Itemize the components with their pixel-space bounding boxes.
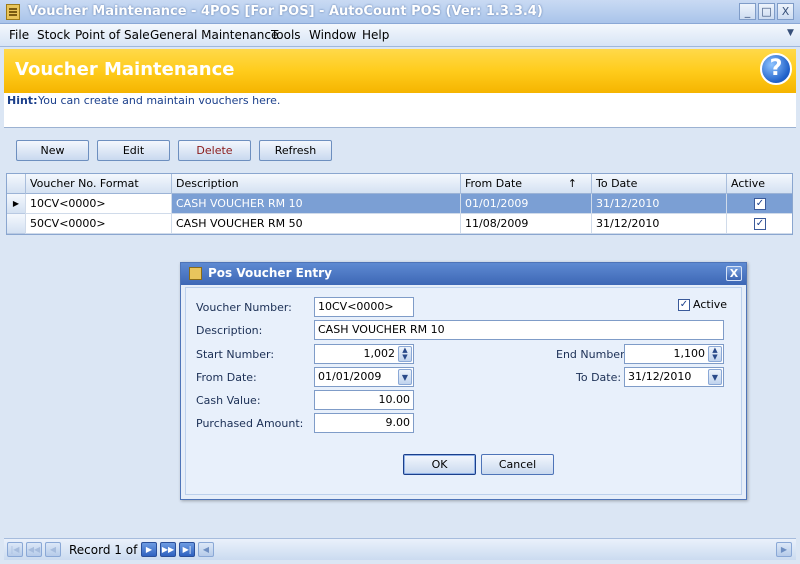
next-record-icon[interactable]: ▶ [141,542,157,557]
row-indicator-icon: ▶ [7,194,25,214]
voucher-number-field[interactable]: 10CV<0000> [314,297,414,317]
purchased-amount-label: Purchased Amount: [196,417,304,430]
menu-window[interactable]: Window [309,28,356,42]
first-record-icon[interactable]: |◀ [7,542,23,557]
page-title: Voucher Maintenance [15,59,235,80]
menu-file[interactable]: File [9,28,29,42]
menu-point-of-sale[interactable]: Point of Sale [75,28,150,42]
window-controls: _ □ X [739,3,794,20]
voucher-grid: Voucher No. Format Description From Date… [6,173,793,235]
start-number-value: 1,002 [363,347,396,360]
purchased-amount-field[interactable]: 9.00 [314,413,414,433]
column-header-format[interactable]: Voucher No. Format [25,174,171,194]
cell-format[interactable]: 10CV<0000> [25,194,171,214]
close-button[interactable]: X [777,3,794,20]
dialog-title-bar[interactable]: Pos Voucher Entry X [181,263,746,285]
hint-text: You can create and maintain vouchers her… [38,94,281,107]
scroll-right-icon[interactable]: ▶ [776,542,792,557]
cell-description[interactable]: CASH VOUCHER RM 50 [171,214,460,234]
record-navigator: |◀ ◀◀ ◀ Record 1 of 2 ▶ ▶▶ ▶| ◀ ▶ [4,538,796,560]
app-icon [6,4,20,20]
cash-value-field[interactable]: 10.00 [314,390,414,410]
cell-active[interactable]: ✓ [726,214,792,234]
end-number-spinner-icon[interactable]: ▲ ▼ [708,346,722,362]
dialog-close-button[interactable]: X [726,266,742,281]
end-number-field[interactable]: 1,100 ▲ ▼ [624,344,724,364]
previous-record-icon[interactable]: ◀ [45,542,61,557]
minimize-button[interactable]: _ [739,3,756,20]
help-icon[interactable]: ? [760,53,792,85]
delete-button[interactable]: Delete [178,140,251,161]
menu-help[interactable]: Help [362,28,389,42]
cell-active[interactable]: ✓ [726,194,792,214]
cell-description[interactable]: CASH VOUCHER RM 10 [171,194,460,214]
column-header-to-date[interactable]: To Date [591,174,726,194]
start-number-field[interactable]: 1,002 ▲ ▼ [314,344,414,364]
window-title: Voucher Maintenance - 4POS [For POS] - A… [28,4,543,19]
edit-button[interactable]: Edit [97,140,170,161]
previous-page-icon[interactable]: ◀◀ [26,542,42,557]
cancel-button[interactable]: Cancel [481,454,554,475]
dialog-title: Pos Voucher Entry [208,266,332,280]
chevron-down-icon[interactable]: ▼ [398,369,412,385]
menu-bar: File Stock Point of Sale General Mainten… [0,24,800,47]
next-page-icon[interactable]: ▶▶ [160,542,176,557]
table-row[interactable]: 50CV<0000> CASH VOUCHER RM 50 11/08/2009… [7,214,792,234]
end-number-label: End Number: [556,348,629,361]
cell-to-date[interactable]: 31/12/2010 [591,194,726,214]
ok-button[interactable]: OK [403,454,476,475]
column-header-description[interactable]: Description [171,174,460,194]
dialog-app-icon [189,267,202,280]
active-checkbox[interactable]: ✓ [678,299,690,311]
maximize-button[interactable]: □ [758,3,775,20]
chevron-down-icon[interactable]: ▼ [787,28,797,42]
voucher-number-label: Voucher Number: [196,301,292,314]
cash-value-label: Cash Value: [196,394,261,407]
active-label: Active [693,298,728,311]
menu-tools[interactable]: Tools [271,28,301,42]
from-date-field[interactable]: 01/01/2009 ▼ [314,367,414,387]
page-header: Voucher Maintenance ? [4,49,796,93]
chevron-down-icon[interactable]: ▼ [708,369,722,385]
new-button[interactable]: New [16,140,89,161]
end-number-value: 1,100 [673,347,706,360]
cell-to-date[interactable]: 31/12/2010 [591,214,726,234]
active-checkbox[interactable]: ✓ [754,218,766,230]
grid-corner [7,174,25,194]
from-date-value: 01/01/2009 [318,370,382,383]
grid-header: Voucher No. Format Description From Date… [7,174,792,194]
column-header-active[interactable]: Active [726,174,792,194]
cell-format[interactable]: 50CV<0000> [25,214,171,234]
hint-label: Hint: [7,94,38,107]
refresh-button[interactable]: Refresh [259,140,332,161]
to-date-label: To Date: [576,371,622,384]
title-bar: Voucher Maintenance - 4POS [For POS] - A… [0,0,800,24]
cell-from-date[interactable]: 01/01/2009 [460,194,591,214]
hint-panel: Hint: You can create and maintain vouche… [4,93,796,128]
column-header-from-date-label: From Date [465,177,523,190]
start-number-spinner-icon[interactable]: ▲ ▼ [398,346,412,362]
menu-stock[interactable]: Stock [37,28,70,42]
table-row[interactable]: ▶ 10CV<0000> CASH VOUCHER RM 10 01/01/20… [7,194,792,214]
column-header-from-date[interactable]: From Date ↑ [460,174,591,194]
description-field[interactable]: CASH VOUCHER RM 10 [314,320,724,340]
start-number-label: Start Number: [196,348,275,361]
description-label: Description: [196,324,263,337]
scroll-left-icon[interactable]: ◀ [198,542,214,557]
row-indicator [7,214,25,234]
cell-from-date[interactable]: 11/08/2009 [460,214,591,234]
to-date-value: 31/12/2010 [628,370,692,383]
active-checkbox[interactable]: ✓ [754,198,766,210]
record-position: Record 1 of 2 [69,543,149,557]
last-record-icon[interactable]: ▶| [179,542,195,557]
to-date-field[interactable]: 31/12/2010 ▼ [624,367,724,387]
from-date-label: From Date: [196,371,257,384]
menu-general-maintenance[interactable]: General Maintenance [150,28,278,42]
sort-arrow-icon: ↑ [567,177,577,190]
